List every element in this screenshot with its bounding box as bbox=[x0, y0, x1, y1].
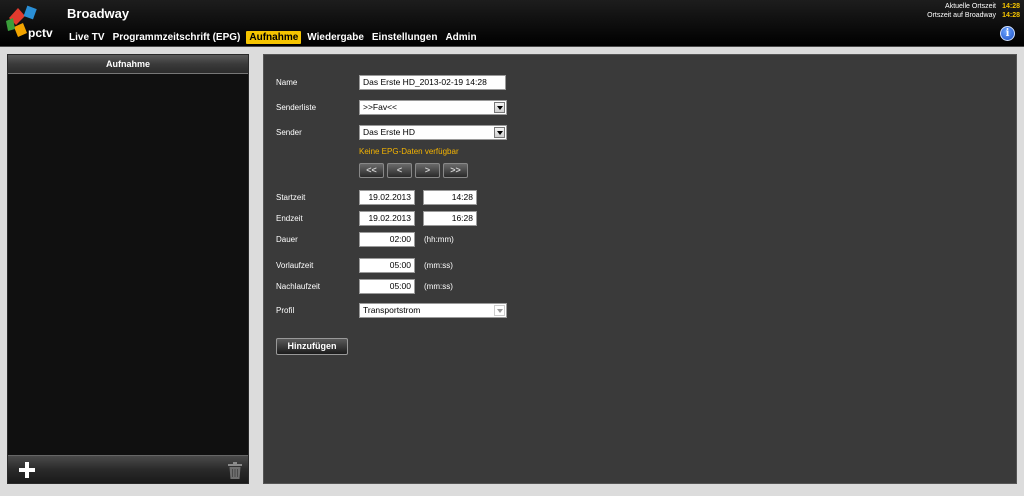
main-nav: Live TV Programmzeitschrift (EPG) Aufnah… bbox=[67, 31, 479, 44]
end-time-input[interactable]: 16:28 bbox=[423, 211, 477, 226]
clock-panel: Aktuelle Ortszeit 14:28 Ortszeit auf Bro… bbox=[927, 2, 1020, 20]
top-bar: pctv Broadway Live TV Programmzeitschrif… bbox=[0, 0, 1024, 47]
channel-list-value: >>Fav<< bbox=[363, 102, 398, 112]
pre-roll-unit: (mm:ss) bbox=[424, 261, 453, 270]
app-title: Broadway bbox=[67, 6, 130, 21]
channel-value: Das Erste HD bbox=[363, 127, 415, 137]
post-roll-label: Nachlaufzeit bbox=[276, 282, 321, 291]
start-time-input[interactable]: 14:28 bbox=[423, 190, 477, 205]
add-recording-button[interactable]: Hinzufügen bbox=[276, 338, 348, 355]
chevron-down-icon[interactable] bbox=[494, 305, 505, 316]
broadway-time-label: Ortszeit auf Broadway bbox=[927, 12, 996, 19]
broadway-time-value: 14:28 bbox=[1002, 12, 1020, 19]
nav-epg[interactable]: Programmzeitschrift (EPG) bbox=[111, 31, 243, 44]
svg-text:pctv: pctv bbox=[28, 26, 53, 40]
profile-label: Profil bbox=[276, 306, 295, 315]
duration-unit: (hh:mm) bbox=[424, 235, 454, 244]
nav-settings[interactable]: Einstellungen bbox=[370, 31, 440, 44]
plus-icon[interactable] bbox=[19, 462, 35, 478]
post-roll-unit: (mm:ss) bbox=[424, 282, 453, 291]
channel-list-label: Senderliste bbox=[276, 103, 317, 112]
duration-label: Dauer bbox=[276, 235, 298, 244]
epg-status-message: Keine EPG-Daten verfügbar bbox=[359, 147, 459, 156]
duration-input[interactable]: 02:00 bbox=[359, 232, 415, 247]
pre-roll-input[interactable]: 05:00 bbox=[359, 258, 415, 273]
pre-roll-label: Vorlaufzeit bbox=[276, 261, 314, 270]
epg-last-button[interactable]: >> bbox=[443, 163, 468, 178]
nav-playback[interactable]: Wiedergabe bbox=[305, 31, 366, 44]
epg-navigation: << < > >> bbox=[359, 163, 468, 178]
local-time-value: 14:28 bbox=[1002, 3, 1020, 10]
chevron-down-icon[interactable] bbox=[494, 127, 505, 138]
post-roll-input[interactable]: 05:00 bbox=[359, 279, 415, 294]
local-time-label: Aktuelle Ortszeit bbox=[945, 3, 996, 10]
pctv-logo: pctv bbox=[6, 5, 53, 40]
channel-label: Sender bbox=[276, 128, 302, 137]
epg-prev-button[interactable]: < bbox=[387, 163, 412, 178]
nav-live-tv[interactable]: Live TV bbox=[67, 31, 107, 44]
recordings-panel-title: Aufnahme bbox=[8, 55, 248, 74]
profile-value: Transportstrom bbox=[363, 305, 421, 315]
chevron-down-icon[interactable] bbox=[494, 102, 505, 113]
start-date-input[interactable]: 19.02.2013 bbox=[359, 190, 415, 205]
recordings-panel-footer bbox=[8, 455, 248, 483]
channel-list-select[interactable]: >>Fav<< bbox=[359, 100, 507, 115]
recordings-list-panel: Aufnahme bbox=[7, 54, 249, 484]
info-icon[interactable]: i bbox=[1000, 26, 1015, 41]
start-time-label: Startzeit bbox=[276, 193, 306, 202]
trash-icon[interactable] bbox=[228, 462, 242, 479]
recording-form: Name Das Erste HD_2013-02-19 14:28 Sende… bbox=[263, 54, 1017, 484]
name-input[interactable]: Das Erste HD_2013-02-19 14:28 bbox=[359, 75, 506, 90]
end-time-label: Endzeit bbox=[276, 214, 303, 223]
profile-select[interactable]: Transportstrom bbox=[359, 303, 507, 318]
name-label: Name bbox=[276, 78, 298, 87]
end-date-input[interactable]: 19.02.2013 bbox=[359, 211, 415, 226]
nav-recording[interactable]: Aufnahme bbox=[246, 31, 302, 44]
epg-next-button[interactable]: > bbox=[415, 163, 440, 178]
nav-admin[interactable]: Admin bbox=[443, 31, 478, 44]
channel-select[interactable]: Das Erste HD bbox=[359, 125, 507, 140]
epg-first-button[interactable]: << bbox=[359, 163, 384, 178]
